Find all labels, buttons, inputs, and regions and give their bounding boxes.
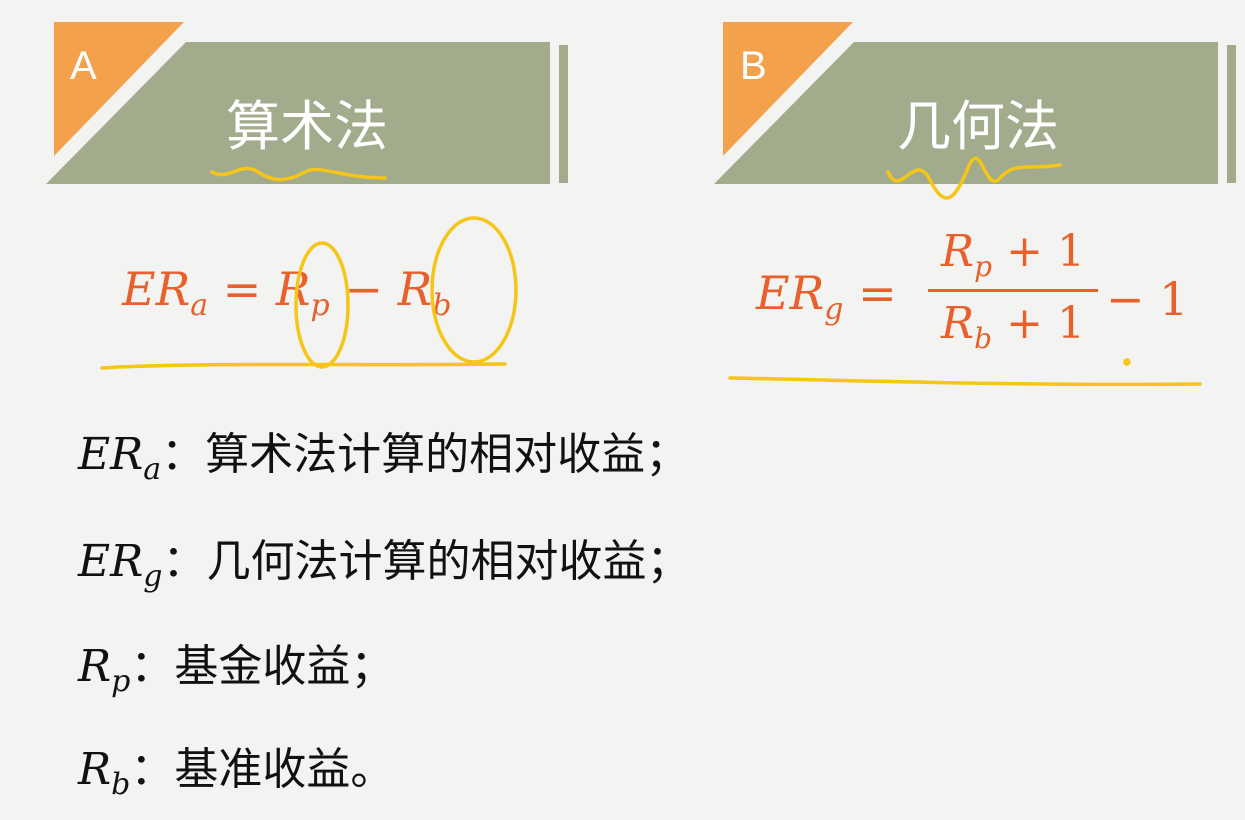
section-b-letter: B <box>740 44 767 88</box>
fraction-denominator: Rb + 1 <box>941 297 1085 355</box>
fraction-bar <box>928 288 1098 292</box>
arithmetic-formula: ERa = Rp − Rb <box>122 262 452 324</box>
section-b-banner-edge <box>1227 45 1236 183</box>
definition-erg: ERg：几何法计算的相对收益； <box>78 536 691 594</box>
geometric-formula-tail: − 1 <box>1106 272 1189 326</box>
fraction-numerator: Rp + 1 <box>941 226 1085 283</box>
section-a-banner-edge <box>559 45 568 183</box>
definition-era: ERa：算术法计算的相对收益； <box>78 429 690 487</box>
underline-formula-b <box>728 376 1202 387</box>
geometric-formula-fraction: Rp + 1 Rb + 1 <box>928 226 1098 355</box>
definition-rb: Rb：基准收益。 <box>78 744 395 802</box>
definition-rp: Rp：基金收益； <box>78 641 395 699</box>
underline-formula-a <box>100 362 507 370</box>
geometric-formula-lhs: ERg = <box>756 266 897 328</box>
section-a-title: 算术法 <box>226 95 388 158</box>
section-a-letter: A <box>70 44 97 88</box>
pen-dot <box>1123 358 1131 366</box>
section-b-title: 几何法 <box>897 95 1059 158</box>
